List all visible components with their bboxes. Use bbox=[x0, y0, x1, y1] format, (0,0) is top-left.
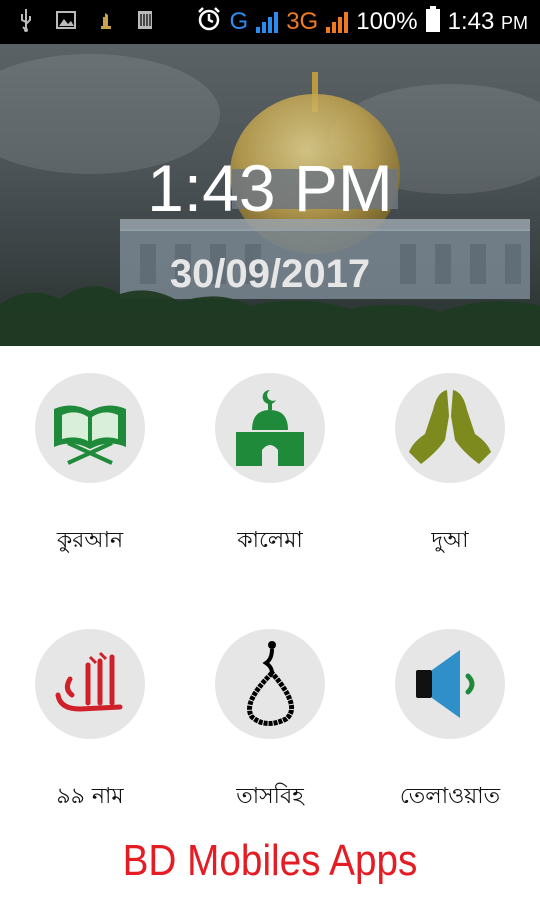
menu-label: কালেমা bbox=[237, 528, 303, 553]
status-right: G 3G 100% 1:43 PM bbox=[196, 0, 528, 44]
menu-item-dua[interactable]: দুআ bbox=[360, 373, 540, 560]
allah-calligraphy-icon bbox=[35, 629, 145, 739]
tasbih-icon bbox=[215, 629, 325, 739]
notification-icon bbox=[98, 9, 114, 35]
header-time: 1:43 PM bbox=[147, 151, 393, 225]
menu-item-99-names[interactable]: ৯৯ নাম bbox=[0, 629, 180, 816]
menu-item-kalema[interactable]: কালেমা bbox=[180, 373, 360, 560]
menu-label: দুআ bbox=[431, 528, 469, 553]
battery-icon bbox=[425, 5, 440, 39]
footer-brand: BD Mobiles Apps bbox=[122, 836, 418, 885]
signal-icon-2 bbox=[326, 11, 349, 33]
alarm-icon bbox=[196, 6, 222, 39]
network-g-label: G bbox=[229, 8, 249, 35]
network-3g-label: 3G bbox=[286, 8, 319, 35]
menu-label: তাসবিহ bbox=[236, 784, 304, 809]
image-icon bbox=[56, 10, 76, 34]
praying-hands-icon bbox=[395, 373, 505, 483]
header-date: 30/09/2017 bbox=[169, 252, 371, 296]
menu-label: তেলাওয়াত bbox=[399, 784, 501, 809]
menu-label: কুরআন bbox=[56, 528, 124, 553]
status-bar: G 3G 100% 1:43 PM bbox=[0, 0, 540, 44]
speaker-icon bbox=[395, 629, 505, 739]
menu-item-telawat[interactable]: তেলাওয়াত bbox=[360, 629, 540, 816]
signal-icon bbox=[256, 11, 279, 33]
menu-label: ৯৯ নাম bbox=[56, 784, 124, 809]
battery-percent: 100% bbox=[356, 8, 418, 35]
sim-icon bbox=[136, 9, 154, 35]
quran-icon bbox=[35, 373, 145, 483]
menu-item-tasbih[interactable]: তাসবিহ bbox=[180, 629, 360, 816]
mosque-icon bbox=[215, 373, 325, 483]
status-left bbox=[18, 0, 154, 44]
status-time: 1:43 PM bbox=[447, 8, 528, 35]
menu-item-quran[interactable]: কুরআন bbox=[0, 373, 180, 560]
usb-icon bbox=[18, 8, 34, 36]
header-banner: 1:43 PM 30/09/2017 bbox=[0, 44, 540, 346]
